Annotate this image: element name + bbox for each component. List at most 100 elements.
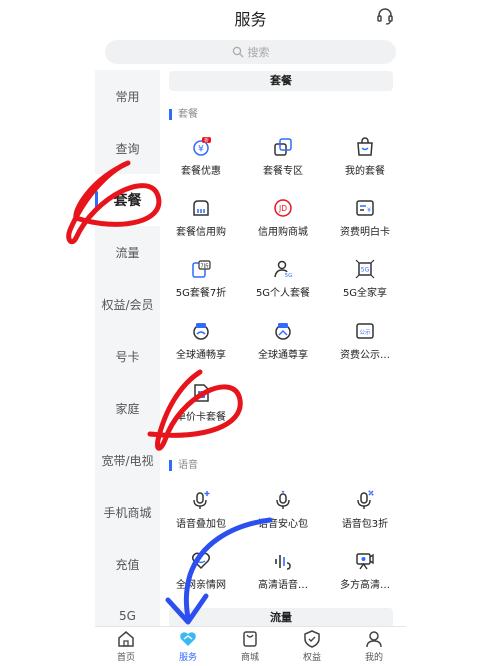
- tab-service[interactable]: 服务: [157, 627, 219, 666]
- sidebar-item-label: 常用: [115, 89, 140, 104]
- sidebar-item-label: 流量: [115, 245, 140, 260]
- tab-mall[interactable]: 商城: [219, 627, 281, 666]
- service-heart-icon: [180, 632, 196, 646]
- grid-item-label: 全网亲情网: [176, 580, 226, 591]
- bottom-tab-bar: 首页 服务 商城 权益 我的: [95, 626, 406, 666]
- 5g-discount-icon: 7折: [192, 260, 211, 278]
- grid-item-5g-discount[interactable]: 7折 5G套餐7折: [160, 256, 242, 308]
- grid-item-credit-mall[interactable]: JD 信用购商城: [242, 195, 324, 247]
- sidebar-item-label: 5G: [119, 609, 136, 623]
- grid-item-label: 语音包3折: [341, 519, 389, 530]
- grid-item-global-enjoy[interactable]: 全球通畅享: [160, 318, 242, 370]
- grid-item-label: 套餐信用购: [176, 227, 226, 238]
- grid-item-label: 资费明白卡: [340, 227, 390, 238]
- grid-item-package-zone[interactable]: 套餐专区: [242, 134, 324, 186]
- sidebar-item-recharge[interactable]: 充值: [95, 538, 160, 590]
- section-header-package: 套餐: [169, 71, 393, 91]
- grid-item-family-net[interactable]: 全网亲情网: [160, 548, 242, 600]
- category-sidebar: 常用 查询 套餐 流量 权益/会员 号卡 家庭 宽带/电视 手机商城 充值 5G: [95, 70, 160, 626]
- tab-home[interactable]: 首页: [95, 627, 157, 666]
- shopping-bag-icon: [243, 631, 257, 647]
- grid-item-label: 5G个人套餐: [255, 288, 311, 299]
- grid-item-single-card[interactable]: 单 单价卡套餐: [160, 380, 242, 432]
- sidebar-item-phone-mall[interactable]: 手机商城: [95, 486, 160, 538]
- grid-item-label: 我的套餐: [345, 166, 385, 177]
- 5g-person-icon: 5G: [274, 260, 293, 279]
- grid-item-label: 多方高清…: [340, 580, 390, 591]
- tab-rights[interactable]: 权益: [281, 627, 343, 666]
- tariff-notice-icon: 公示: [356, 323, 374, 339]
- sidebar-item-membership[interactable]: 权益/会员: [95, 278, 160, 330]
- search-icon: [232, 46, 243, 58]
- sidebar-item-label: 权益/会员: [101, 297, 154, 312]
- sidebar-item-broadband[interactable]: 宽带/电视: [95, 434, 160, 486]
- grid-item-voice-addon[interactable]: 语音叠加包: [160, 487, 242, 539]
- tab-label: 首页: [116, 653, 135, 663]
- grid-item-5g-family[interactable]: 5G 5G全家享: [324, 256, 406, 308]
- section-title-package: 套餐: [169, 109, 198, 120]
- grid-item-voice-safe[interactable]: 语音安心包: [242, 487, 324, 539]
- tab-label: 权益: [302, 653, 321, 663]
- grid-item-my-package[interactable]: 我的套餐: [324, 134, 406, 186]
- section-title-voice: 语音: [169, 460, 198, 471]
- grid-item-tariff-card[interactable]: ¥ 资费明白卡: [324, 195, 406, 247]
- tariff-card-icon: ¥: [356, 200, 374, 216]
- grid-item-label: 套餐优惠: [181, 166, 221, 177]
- svg-text:¥: ¥: [198, 145, 204, 155]
- grid-item-credit-buy[interactable]: 套餐信用购: [160, 195, 242, 247]
- home-icon: [118, 631, 134, 647]
- phone-screen: 服务 搜索 常用 查询 套餐 流量 权益/会员 号卡 家庭 宽带/电视 手机商城…: [95, 0, 406, 666]
- package-zone-icon: [274, 138, 292, 156]
- badge-text: 5G: [361, 267, 370, 274]
- section-header-data: 流量: [169, 608, 393, 628]
- grid-item-multi-hd[interactable]: 多方高清…: [324, 548, 406, 600]
- mic-plus-icon: [193, 491, 210, 509]
- sidebar-item-label: 家庭: [115, 401, 140, 416]
- sidebar-item-package[interactable]: 套餐: [95, 174, 160, 226]
- grid-item-voice-discount[interactable]: 语音包3折: [324, 487, 406, 539]
- grid-item-label: 信用购商城: [258, 227, 308, 238]
- mic-heart-icon: [276, 490, 290, 509]
- sidebar-item-common[interactable]: 常用: [95, 70, 160, 122]
- sidebar-item-label: 号卡: [115, 349, 140, 364]
- sidebar-item-label: 宽带/电视: [101, 453, 154, 468]
- grid-item-tariff-notice[interactable]: 公示 资费公示…: [324, 318, 406, 370]
- sidebar-item-sim-card[interactable]: 号卡: [95, 330, 160, 382]
- grid-item-hd-voice[interactable]: 高清语音…: [242, 548, 324, 600]
- grid-item-package-discount[interactable]: ¥ 折 套餐优惠: [160, 134, 242, 186]
- grid-item-label: 语音叠加包: [176, 519, 226, 530]
- 5g-family-icon: 5G: [355, 259, 375, 279]
- headset-icon[interactable]: [375, 6, 395, 26]
- grid-item-label: 全球通畅享: [176, 350, 226, 361]
- sidebar-item-label: 充值: [115, 557, 140, 572]
- tab-label: 我的: [364, 653, 383, 663]
- search-bar: 搜索: [95, 34, 406, 70]
- sidebar-item-label: 查询: [115, 141, 140, 156]
- search-input[interactable]: 搜索: [105, 40, 396, 64]
- badge-text: 公示: [359, 329, 371, 336]
- badge-text: 5G: [285, 273, 293, 279]
- shield-icon: [304, 630, 320, 648]
- global-premium-icon: [275, 323, 291, 340]
- multi-call-icon: [356, 553, 374, 570]
- user-icon: [366, 631, 382, 648]
- grid-item-label: 资费公示…: [340, 350, 390, 361]
- hd-voice-icon: [275, 555, 291, 570]
- tab-label: 商城: [240, 653, 259, 663]
- sidebar-item-family[interactable]: 家庭: [95, 382, 160, 434]
- grid-item-global-premium[interactable]: 全球通尊享: [242, 318, 324, 370]
- search-placeholder: 搜索: [247, 46, 270, 59]
- jd-mall-icon: JD: [274, 199, 292, 217]
- grid-item-label: 套餐专区: [263, 166, 303, 177]
- grid-item-label: 高清语音…: [258, 580, 308, 591]
- family-net-icon: [191, 552, 211, 570]
- grid-item-5g-personal[interactable]: 5G 5G个人套餐: [242, 256, 324, 308]
- header: 服务: [95, 0, 406, 34]
- content-panel: 套餐 套餐 ¥ 折 套餐优惠 套餐专区 我的套餐 套餐信用购 JD 信用购商城 …: [160, 70, 406, 628]
- tab-label: 服务: [178, 653, 197, 663]
- sidebar-item-query[interactable]: 查询: [95, 122, 160, 174]
- package-discount-icon: ¥ 折: [193, 137, 211, 156]
- sidebar-item-data[interactable]: 流量: [95, 226, 160, 278]
- grid-item-label: 全球通尊享: [258, 350, 308, 361]
- tab-mine[interactable]: 我的: [343, 627, 405, 666]
